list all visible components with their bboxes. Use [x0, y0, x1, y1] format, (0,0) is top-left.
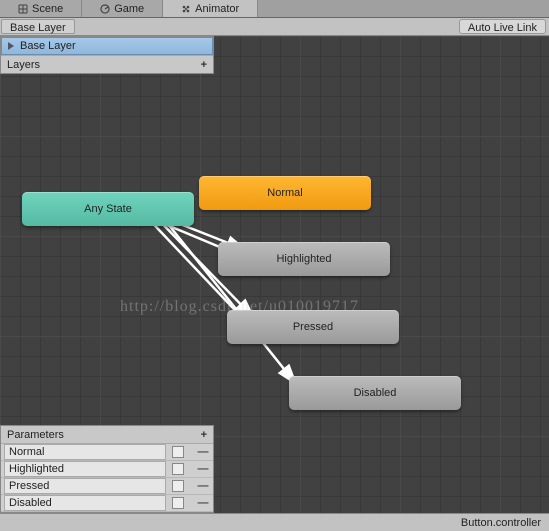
- node-normal[interactable]: Normal: [199, 176, 371, 210]
- parameters-panel: Parameters + Normal — Highlighted — Pres…: [0, 425, 214, 513]
- parameter-row[interactable]: Highlighted —: [1, 461, 213, 478]
- tab-scene[interactable]: Scene: [0, 0, 82, 17]
- scene-icon: [18, 4, 28, 14]
- breadcrumb[interactable]: Base Layer: [1, 19, 75, 34]
- animator-icon: [181, 4, 191, 14]
- tab-label: Animator: [195, 3, 239, 15]
- add-layer-button[interactable]: +: [201, 59, 207, 71]
- current-layer-row[interactable]: Base Layer: [1, 37, 213, 55]
- editor-tabs: Scene Game Animator: [0, 0, 549, 18]
- parameter-remove-button[interactable]: —: [196, 446, 210, 458]
- parameter-checkbox[interactable]: [172, 480, 184, 492]
- layers-header: Layers +: [1, 55, 213, 73]
- parameter-name-field[interactable]: Highlighted: [4, 461, 166, 477]
- tab-label: Scene: [32, 3, 63, 15]
- status-bar: Button.controller: [0, 513, 549, 531]
- parameter-row[interactable]: Disabled —: [1, 495, 213, 512]
- graph-area[interactable]: Any State Normal Highlighted Pressed Dis…: [0, 36, 549, 513]
- parameter-checkbox[interactable]: [172, 446, 184, 458]
- parameter-checkbox[interactable]: [172, 497, 184, 509]
- node-label: Highlighted: [276, 253, 331, 265]
- tab-label: Game: [114, 3, 144, 15]
- parameter-checkbox[interactable]: [172, 463, 184, 475]
- parameter-row[interactable]: Normal —: [1, 444, 213, 461]
- node-disabled[interactable]: Disabled: [289, 376, 461, 410]
- current-layer-label: Base Layer: [20, 40, 76, 52]
- animator-toolbar: Base Layer Auto Live Link: [0, 18, 549, 36]
- auto-live-link-button[interactable]: Auto Live Link: [459, 19, 546, 34]
- asset-name-label: Button.controller: [461, 517, 541, 529]
- parameter-name-field[interactable]: Disabled: [4, 495, 166, 511]
- node-label: Pressed: [293, 321, 333, 333]
- parameters-title: Parameters: [7, 429, 64, 441]
- node-any-state[interactable]: Any State: [22, 192, 194, 226]
- add-parameter-button[interactable]: +: [201, 429, 207, 441]
- parameter-remove-button[interactable]: —: [196, 463, 210, 475]
- tab-animator[interactable]: Animator: [163, 0, 258, 17]
- node-highlighted[interactable]: Highlighted: [218, 242, 390, 276]
- layers-title: Layers: [7, 59, 40, 71]
- layers-panel: Base Layer Layers +: [0, 36, 214, 74]
- parameter-name-field[interactable]: Pressed: [4, 478, 166, 494]
- parameter-remove-button[interactable]: —: [196, 497, 210, 509]
- node-label: Disabled: [354, 387, 397, 399]
- node-label: Any State: [84, 203, 132, 215]
- parameter-name-field[interactable]: Normal: [4, 444, 166, 460]
- triangle-right-icon: [8, 42, 14, 50]
- game-icon: [100, 4, 110, 14]
- parameters-header: Parameters +: [1, 426, 213, 444]
- parameter-row[interactable]: Pressed —: [1, 478, 213, 495]
- tab-game[interactable]: Game: [82, 0, 163, 17]
- node-label: Normal: [267, 187, 302, 199]
- parameter-remove-button[interactable]: —: [196, 480, 210, 492]
- watermark-text: http://blog.csdn.net/u010019717: [120, 298, 359, 316]
